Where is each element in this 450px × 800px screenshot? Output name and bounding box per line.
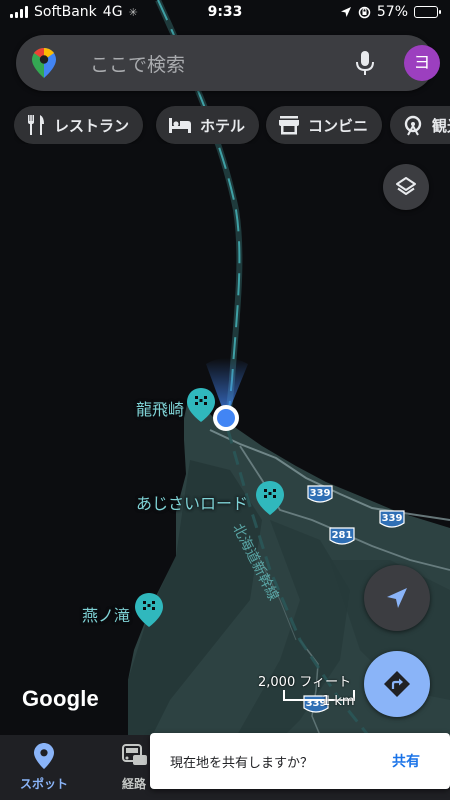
nav-explore[interactable]: スポット (14, 743, 74, 792)
pin-icon (34, 743, 54, 769)
chip-hotel[interactable]: ホテル (156, 106, 260, 144)
place-label-tsubame-falls[interactable]: 燕ノ滝 (82, 602, 130, 626)
route-shield: 339 (307, 485, 333, 503)
chip-label: 観光 (432, 116, 450, 135)
share-location-snackbar: 現在地を共有しますか？ 共有 (150, 733, 450, 789)
chip-label: ホテル (200, 116, 246, 135)
battery-percent: 57% (376, 4, 408, 20)
chip-label: コンビニ (308, 116, 369, 135)
scale-metric: 1 km (322, 694, 355, 709)
restaurant-icon (28, 115, 44, 135)
orientation-lock-icon (358, 6, 371, 18)
nav-label: スポット (19, 777, 68, 791)
chip-attractions[interactable]: 観光 (390, 106, 450, 144)
microphone-icon[interactable] (352, 49, 378, 77)
chip-restaurant[interactable]: レストラン (14, 106, 144, 144)
account-avatar[interactable]: ヨ (404, 45, 440, 81)
layers-icon (396, 177, 416, 195)
my-location-button[interactable] (364, 565, 430, 631)
place-label-tappizaki[interactable]: 龍飛崎 (136, 396, 184, 420)
hotel-icon (169, 118, 191, 133)
route-shield: 281 (329, 527, 355, 545)
chip-convenience-store[interactable]: コンビニ (266, 106, 383, 144)
snackbar-message: 現在地を共有しますか？ (170, 756, 314, 771)
battery-icon (414, 6, 441, 18)
svg-text:339: 339 (382, 513, 403, 524)
directions-icon (384, 671, 410, 697)
google-logo: Google (22, 686, 99, 711)
store-icon (279, 116, 299, 135)
status-bar: SoftBank 4G ✳ 9:33 57% (0, 0, 450, 26)
scale-imperial: 2,000 フィート (258, 675, 352, 690)
layers-button[interactable] (383, 164, 429, 210)
search-input[interactable]: ここで検索 (90, 50, 185, 77)
search-bar[interactable]: ここで検索 ヨ (16, 35, 440, 91)
directions-button[interactable] (364, 651, 430, 717)
navigation-arrow-icon (387, 588, 407, 608)
route-shield: 339 (379, 510, 405, 528)
location-dot (217, 409, 235, 427)
category-chips: レストラン ホテル コンビニ 観光 (14, 106, 450, 144)
google-maps-logo-icon (32, 48, 56, 78)
commute-icon (122, 744, 147, 765)
attraction-icon (404, 115, 422, 136)
chip-label: レストラン (54, 116, 130, 135)
svg-text:339: 339 (310, 488, 331, 499)
nav-label: 経路 (121, 777, 146, 791)
location-services-icon (340, 7, 351, 17)
svg-text:281: 281 (332, 530, 353, 541)
share-button[interactable]: 共有 (392, 751, 420, 771)
place-label-ajisai-road[interactable]: あじさいロード (136, 490, 248, 514)
